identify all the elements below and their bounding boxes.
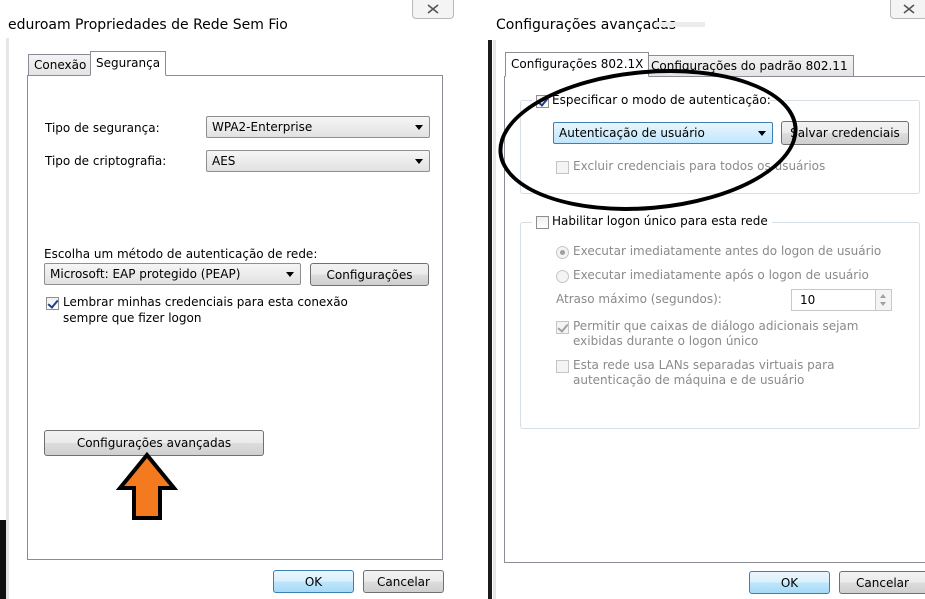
right-cancel-button[interactable]: Cancelar [839,571,925,594]
allow-dialogs-checkbox[interactable] [556,321,569,334]
tab-seguranca[interactable]: Segurança [90,51,167,76]
vlan-label-line2: autenticação de máquina e de usuário [573,373,805,387]
auth-method-label: Escolha um método de autenticação de red… [44,247,318,261]
security-type-label: Tipo de segurança: [45,121,160,135]
chevron-down-icon [286,272,294,277]
delete-credentials-label: Excluir credenciais para todos os usuári… [573,159,826,173]
encryption-type-value: AES [212,154,236,168]
left-ok-button[interactable]: OK [273,570,354,593]
chevron-down-icon [415,125,423,130]
max-delay-label: Atraso máximo (segundos): [556,292,722,306]
max-delay-value: 10 [800,293,816,307]
max-delay-spinner[interactable]: 10 [791,289,892,311]
right-close-button[interactable] [890,0,925,19]
settings-button[interactable]: Configurações [310,263,429,286]
remember-credentials-checkbox[interactable] [46,297,59,310]
specify-auth-checkbox[interactable] [536,95,549,108]
chevron-down-icon [415,159,423,164]
radio-before-logon-label: Executar imediatamente antes do logon de… [573,244,882,258]
tab-conexao[interactable]: Conexão [28,54,93,76]
allow-dialogs-label-line2: exibidas durante o logon único [573,334,759,348]
close-icon [903,4,915,14]
auth-method-value: Microsoft: EAP protegido (PEAP) [50,267,241,281]
remember-credentials-label-line2: sempre que fizer logon [63,311,202,325]
tab-8021x[interactable]: Configurações 802.1X [505,52,650,77]
left-dialog-title: eduroam Propriedades de Rede Sem Fio [8,17,288,33]
radio-after-logon[interactable] [556,270,569,283]
auth-method-dropdown[interactable]: Microsoft: EAP protegido (PEAP) [44,263,301,285]
radio-before-logon[interactable] [556,246,569,259]
spinner-arrows-icon[interactable] [875,290,891,310]
encryption-type-label: Tipo de criptografia: [45,154,167,168]
auth-mode-dropdown[interactable]: Autenticação de usuário [553,122,773,144]
left-close-button[interactable] [412,0,454,19]
right-dialog-frame-left [493,40,496,599]
specify-auth-label: Especificar o modo de autenticação: [552,93,771,107]
save-credentials-button[interactable]: Salvar credenciais [781,121,909,145]
tab-80211[interactable]: Configurações do padrão 802.11 [645,55,854,77]
vlan-checkbox[interactable] [556,360,569,373]
blurred-title-text [655,22,705,27]
vlan-label-line1: Esta rede usa LANs separadas virtuais pa… [573,358,835,372]
right-ok-button[interactable]: OK [749,571,830,594]
left-dialog-frame-left [6,38,9,599]
right-dialog-shadow [488,40,492,599]
left-cancel-button[interactable]: Cancelar [363,570,444,593]
remember-credentials-label-line1: Lembrar minhas credenciais para esta con… [63,295,348,309]
close-icon [427,4,439,14]
allow-dialogs-label-line1: Permitir que caixas de diálogo adicionai… [573,319,859,333]
radio-after-logon-label: Executar imediatamente após o logon de u… [573,268,869,282]
auth-mode-groupbox [520,100,920,194]
right-dialog-title: Configurações avançadas [496,17,677,33]
up-arrow-icon [116,452,178,520]
security-type-value: WPA2-Enterprise [212,120,313,134]
left-dialog-shadow [0,520,6,599]
sso-checkbox[interactable] [536,216,549,229]
security-type-dropdown[interactable]: WPA2-Enterprise [206,116,430,138]
sso-label: Habilitar logon único para esta rede [552,214,768,228]
auth-mode-value: Autenticação de usuário [559,126,705,140]
encryption-type-dropdown[interactable]: AES [206,150,430,172]
delete-credentials-checkbox[interactable] [556,161,569,174]
chevron-down-icon [758,131,766,136]
